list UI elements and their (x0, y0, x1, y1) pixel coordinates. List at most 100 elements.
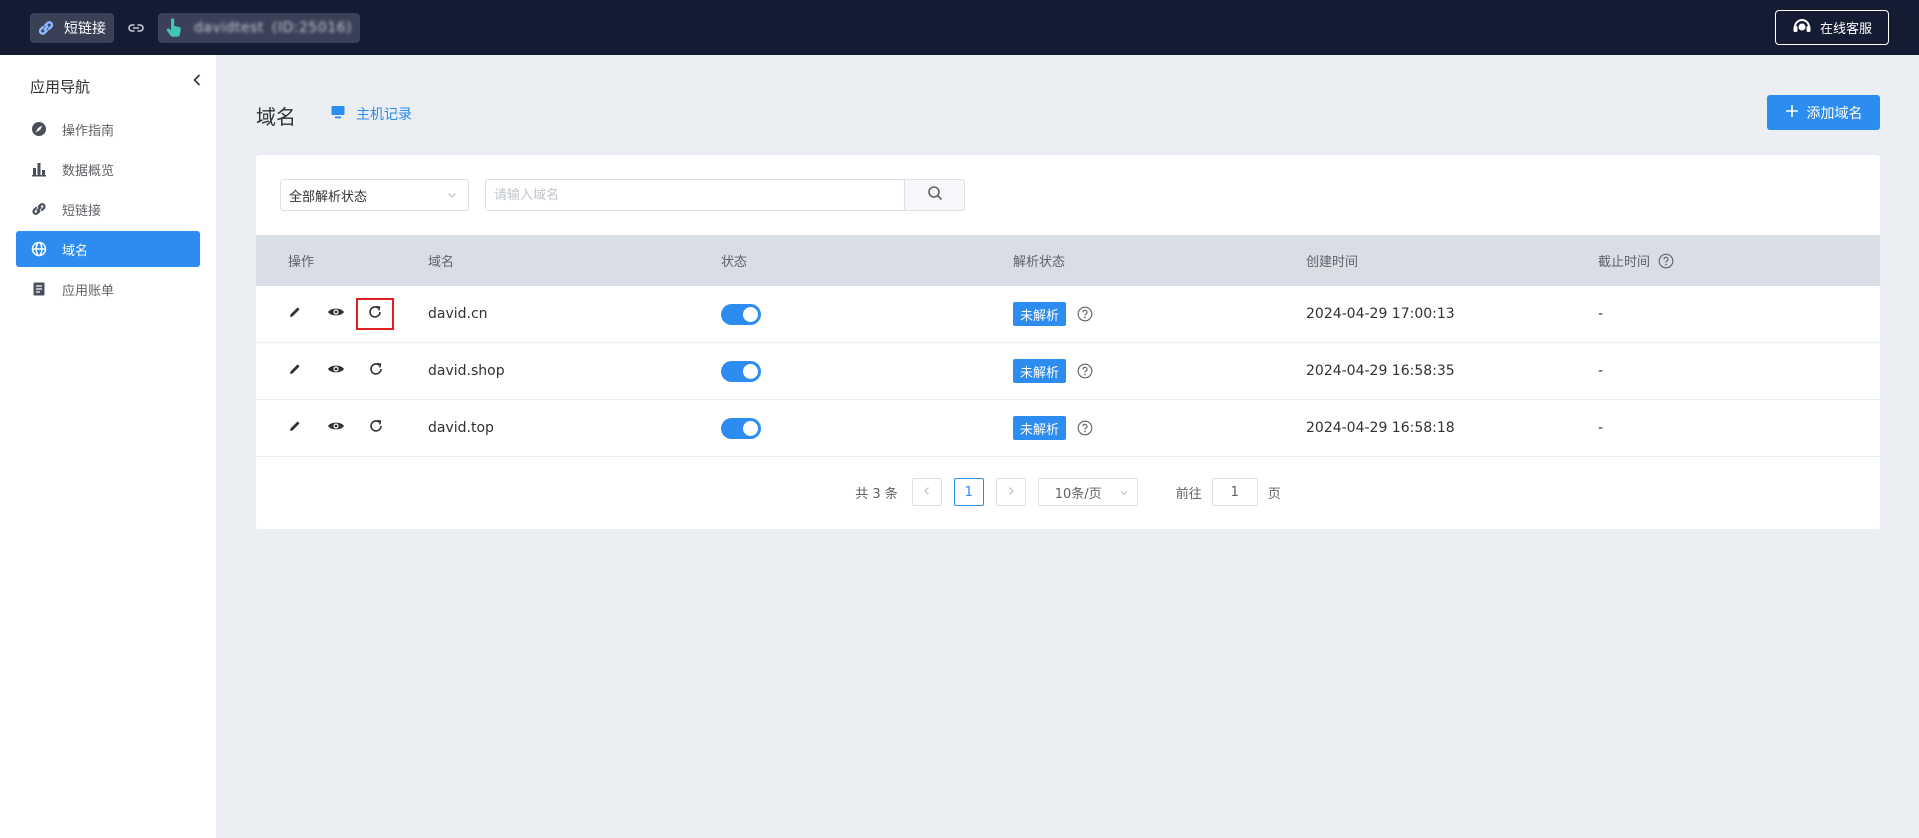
created-time: 2024-04-29 16:58:35 (1306, 363, 1455, 379)
add-domain-button[interactable]: 添加域名 (1767, 95, 1880, 130)
sidebar-title: 应用导航 (30, 78, 91, 96)
expires-time: - (1598, 306, 1604, 322)
sidebar-nav: 操作指南 数据概览 短链接 域名 应用账单 (16, 111, 200, 311)
edit-button[interactable] (288, 299, 312, 329)
help-icon[interactable] (1077, 420, 1093, 436)
table-row: david.cn 未解析 2024-04-29 17:00:13 - (256, 286, 1880, 343)
table-row: david.shop 未解析 2024-04-29 16:58:35 - (256, 343, 1880, 400)
help-icon[interactable] (1077, 363, 1093, 379)
user-account[interactable]: davidtest (ID:25016) (158, 12, 361, 43)
status-cell (721, 417, 1013, 439)
domain-name: david.shop (428, 363, 505, 379)
host-records-label: 主机记录 (356, 107, 412, 123)
domain-list-card: 全部解析状态 操作 域名 状态 解析状态 创建时间 截止时间 (256, 155, 1880, 529)
goto-page-input[interactable] (1211, 478, 1258, 506)
domain-name: david.cn (428, 306, 488, 322)
status-toggle[interactable] (721, 360, 761, 382)
pencil-icon (288, 419, 302, 437)
domain-table: 操作 域名 状态 解析状态 创建时间 截止时间 david.cn 未解析 202… (256, 235, 1880, 457)
created-time: 2024-04-29 17:00:13 (1306, 306, 1455, 322)
parse-status-select-value: 全部解析状态 (289, 189, 368, 205)
refresh-button[interactable] (356, 298, 394, 330)
status-cell (721, 303, 1013, 325)
app-switcher[interactable]: 短链接 (30, 12, 114, 43)
status-toggle[interactable] (721, 417, 761, 439)
refresh-icon (368, 418, 384, 438)
monitor-icon (330, 104, 346, 124)
help-icon[interactable] (1077, 306, 1093, 322)
col-header-created: 创建时间 (1306, 255, 1359, 270)
col-header-parse-status: 解析状态 (1013, 255, 1066, 270)
sidebar-item-short-link[interactable]: 短链接 (16, 191, 200, 227)
sidebar-item-guide[interactable]: 操作指南 (16, 111, 200, 147)
edit-button[interactable] (288, 413, 312, 443)
chevron-right-icon (1006, 485, 1016, 500)
sidebar-item-overview[interactable]: 数据概览 (16, 151, 200, 187)
globe-icon (30, 240, 48, 258)
sidebar: 应用导航 操作指南 数据概览 短链接 域名 应用账单 (0, 55, 216, 838)
status-cell (721, 360, 1013, 382)
status-toggle[interactable] (721, 303, 761, 325)
eye-icon (327, 362, 345, 380)
next-page-button[interactable] (995, 478, 1026, 506)
plus-icon (1785, 104, 1799, 122)
top-bar: 短链接 davidtest (ID:25016) 在线客服 (0, 0, 1919, 55)
col-header-expires: 截止时间 (1598, 251, 1880, 270)
edit-button[interactable] (288, 356, 312, 386)
refresh-button[interactable] (356, 413, 396, 443)
row-actions (256, 298, 428, 330)
online-service-button[interactable]: 在线客服 (1775, 10, 1889, 45)
username: davidtest (194, 19, 264, 36)
view-button[interactable] (316, 299, 356, 329)
refresh-button[interactable] (356, 356, 396, 386)
col-header-expires-label: 截止时间 (1598, 255, 1651, 270)
parse-status-badge: 未解析 (1013, 302, 1067, 326)
col-header-domain: 域名 (428, 255, 455, 270)
search-icon (927, 185, 943, 205)
page-size-select[interactable]: 10条/页 (1037, 478, 1138, 506)
page-title: 域名 (256, 105, 296, 129)
chevron-left-icon (191, 73, 203, 91)
eye-icon (327, 305, 345, 323)
parse-status-cell: 未解析 (1013, 359, 1306, 383)
pencil-icon (288, 305, 302, 323)
eye-icon (327, 419, 345, 437)
parse-status-select[interactable]: 全部解析状态 (280, 179, 469, 211)
refresh-icon (367, 304, 383, 324)
table-row: david.top 未解析 2024-04-29 16:58:18 - (256, 400, 1880, 457)
search-button[interactable] (904, 179, 965, 211)
row-actions (256, 413, 428, 443)
page-size-value: 10条/页 (1054, 486, 1102, 502)
bill-icon (30, 280, 48, 298)
sidebar-item-domain[interactable]: 域名 (16, 231, 200, 267)
parse-status-badge: 未解析 (1013, 359, 1067, 383)
parse-status-badge: 未解析 (1013, 416, 1067, 440)
total-count: 共 3 条 (855, 486, 898, 502)
compass-icon (30, 120, 48, 138)
collapse-sidebar-button[interactable] (188, 73, 206, 91)
parse-status-cell: 未解析 (1013, 302, 1306, 326)
link-icon (30, 200, 48, 218)
view-button[interactable] (316, 413, 356, 443)
page-number-button[interactable]: 1 (953, 478, 984, 506)
sidebar-item-billing[interactable]: 应用账单 (16, 271, 200, 307)
expires-time: - (1598, 420, 1604, 436)
goto-label: 前往 (1175, 486, 1202, 502)
link-icon (126, 18, 146, 38)
hand-pointer-icon (162, 16, 186, 40)
view-button[interactable] (316, 356, 356, 386)
chevron-left-icon (922, 485, 932, 500)
expires-time: - (1598, 363, 1604, 379)
sidebar-item-label: 操作指南 (62, 123, 115, 139)
page-suffix: 页 (1267, 486, 1281, 502)
domain-search-input[interactable] (485, 179, 904, 211)
help-icon[interactable] (1658, 253, 1674, 269)
prev-page-button[interactable] (911, 478, 942, 506)
host-records-link[interactable]: 主机记录 (330, 104, 412, 124)
pagination: 共 3 条 1 10条/页 前往 页 (256, 477, 1880, 507)
parse-status-cell: 未解析 (1013, 416, 1306, 440)
headset-icon (1792, 17, 1812, 39)
sidebar-item-label: 短链接 (62, 203, 102, 219)
row-actions (256, 356, 428, 386)
domain-name: david.top (428, 420, 494, 436)
